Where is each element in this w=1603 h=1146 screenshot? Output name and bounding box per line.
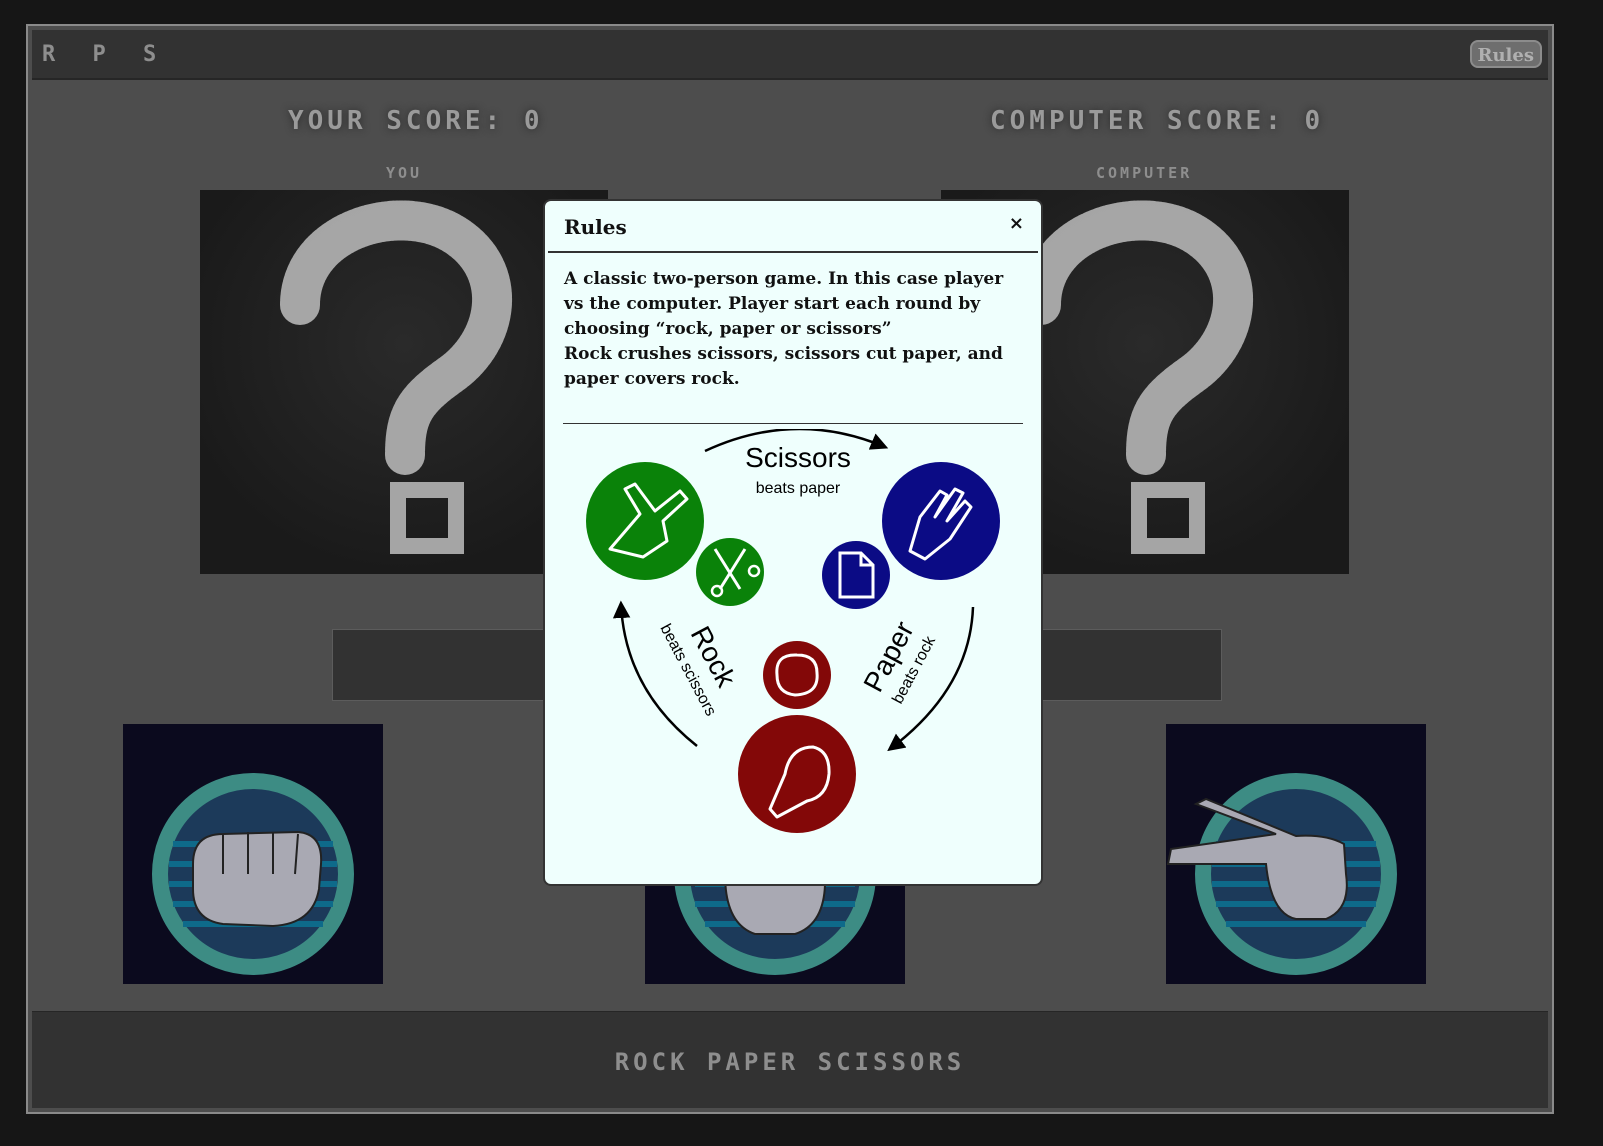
computer-score: COMPUTER SCORE: 0 [990, 106, 1325, 136]
player-score: YOUR SCORE: 0 [288, 106, 544, 136]
rock-choice-button[interactable] [123, 724, 383, 984]
scissors-hand-icon [586, 462, 704, 580]
rock-hand-icon [738, 715, 856, 833]
scissors-choice-button[interactable] [1166, 724, 1426, 984]
rules-paragraph-intro: A classic two-person game. In this case … [564, 269, 1004, 339]
modal-header: Rules × [548, 201, 1038, 253]
brand-logo: R P S [42, 42, 169, 67]
close-icon[interactable]: × [1009, 213, 1024, 234]
rock-stone-icon [763, 641, 831, 709]
rules-text: A classic two-person game. In this case … [564, 267, 1026, 392]
modal-title: Rules [564, 215, 627, 239]
rules-paragraph-outcomes: Rock crushes scissors, scissors cut pape… [564, 344, 1003, 389]
top-bar: R P S Rules [32, 30, 1548, 80]
rules-modal: Rules × A classic two-person game. In th… [543, 199, 1043, 886]
footer-bar: ROCK PAPER SCISSORS [32, 1011, 1548, 1108]
computer-label: COMPUTER [1096, 164, 1193, 182]
footer-title: ROCK PAPER SCISSORS [614, 1048, 966, 1076]
paper-hand-icon [882, 462, 1000, 580]
victory-hand-icon [1166, 773, 1397, 975]
scissors-sub-label: beats paper [756, 480, 841, 497]
modal-divider [563, 423, 1023, 424]
scissors-icon [696, 538, 764, 606]
player-label: YOU [386, 164, 423, 182]
scissors-label: Scissors [745, 442, 851, 473]
rules-button[interactable]: Rules [1469, 40, 1542, 68]
fist-icon [152, 773, 354, 975]
paper-sheet-icon [822, 541, 890, 609]
rules-diagram: Scissors beats paper Rock beats scissors… [586, 429, 1000, 833]
